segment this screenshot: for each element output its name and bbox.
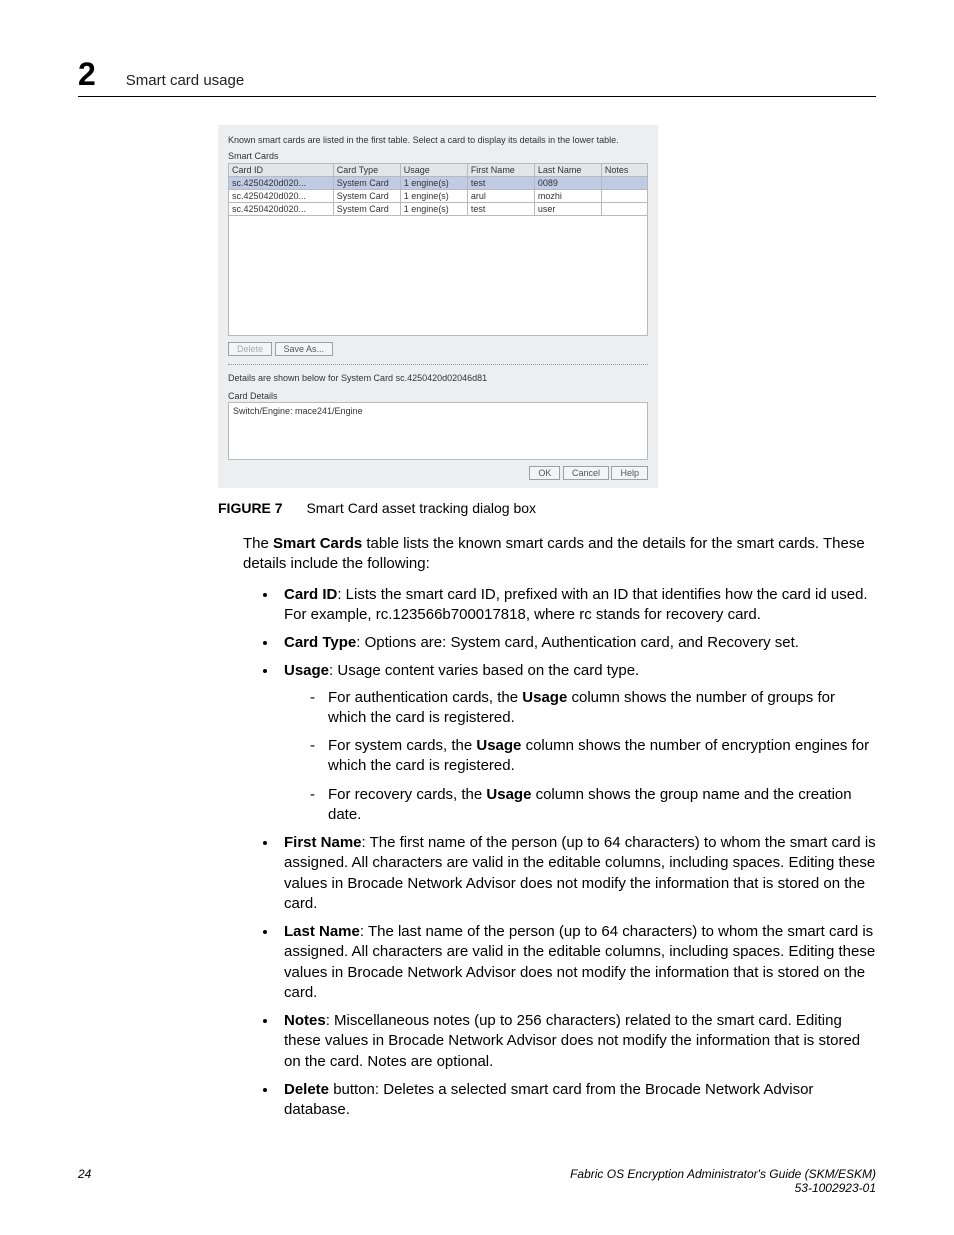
page-footer: 24 Fabric OS Encryption Administrator's … xyxy=(78,1167,876,1195)
item-text: : Miscellaneous notes (up to 256 charact… xyxy=(284,1012,860,1070)
chapter-number: 2 xyxy=(78,58,96,90)
figure-caption: FIGURE 7 Smart Card asset tracking dialo… xyxy=(218,500,876,516)
help-button[interactable]: Help xyxy=(611,466,648,480)
text-bold: Smart Cards xyxy=(273,535,362,552)
item-head: Usage xyxy=(284,662,329,679)
cell: System Card xyxy=(333,177,400,190)
sublist-item: For system cards, the Usage column shows… xyxy=(310,736,876,777)
col-card-id[interactable]: Card ID xyxy=(229,164,334,177)
list-item: Usage: Usage content varies based on the… xyxy=(278,661,876,825)
chapter-title: Smart card usage xyxy=(126,72,244,89)
ok-button[interactable]: OK xyxy=(529,466,560,480)
panel-line: Switch/Engine: mace241/Engine xyxy=(233,406,363,416)
figure-label: FIGURE 7 xyxy=(218,500,283,516)
cell: sc.4250420d020... xyxy=(229,203,334,216)
details-line: Details are shown below for System Card … xyxy=(228,373,648,383)
item-head: First Name xyxy=(284,834,362,851)
table-row[interactable]: sc.4250420d020... System Card 1 engine(s… xyxy=(229,177,648,190)
intro-paragraph: The Smart Cards table lists the known sm… xyxy=(243,534,876,575)
col-notes[interactable]: Notes xyxy=(601,164,647,177)
details-list: Card ID: Lists the smart card ID, prefix… xyxy=(250,585,876,1121)
cell: 1 engine(s) xyxy=(400,177,467,190)
list-item: Card ID: Lists the smart card ID, prefix… xyxy=(278,585,876,626)
cell xyxy=(601,203,647,216)
sublist-item: For authentication cards, the Usage colu… xyxy=(310,688,876,729)
item-head: Card ID xyxy=(284,586,337,603)
cell: System Card xyxy=(333,203,400,216)
table-row[interactable]: sc.4250420d020... System Card 1 engine(s… xyxy=(229,190,648,203)
item-head: Notes xyxy=(284,1012,326,1029)
cell: test xyxy=(467,203,534,216)
item-text: : Usage content varies based on the card… xyxy=(329,662,639,679)
cell: mozhi xyxy=(534,190,601,203)
cancel-button[interactable]: Cancel xyxy=(563,466,609,480)
list-item: First Name: The first name of the person… xyxy=(278,833,876,914)
item-head: Card Type xyxy=(284,634,356,651)
text: For system cards, the xyxy=(328,737,476,754)
screenshot-figure: Known smart cards are listed in the firs… xyxy=(218,125,658,488)
card-details-panel: Switch/Engine: mace241/Engine xyxy=(228,402,648,460)
shot-table-caption: Smart Cards xyxy=(228,151,648,161)
item-head: Last Name xyxy=(284,923,360,940)
cell: 1 engine(s) xyxy=(400,190,467,203)
text-bold: Usage xyxy=(486,786,531,803)
figure-text: Smart Card asset tracking dialog box xyxy=(306,500,536,516)
cell: 1 engine(s) xyxy=(400,203,467,216)
cell: user xyxy=(534,203,601,216)
smart-cards-table[interactable]: Card ID Card Type Usage First Name Last … xyxy=(228,163,648,216)
item-text: button: Deletes a selected smart card fr… xyxy=(284,1081,813,1118)
text-bold: Usage xyxy=(522,689,567,706)
page-number: 24 xyxy=(78,1167,91,1195)
cell: 0089 xyxy=(534,177,601,190)
cell: sc.4250420d020... xyxy=(229,190,334,203)
text: For recovery cards, the xyxy=(328,786,486,803)
page-header: 2 Smart card usage xyxy=(78,58,876,97)
col-card-type[interactable]: Card Type xyxy=(333,164,400,177)
item-text: : The last name of the person (up to 64 … xyxy=(284,923,875,1001)
shot-instruction: Known smart cards are listed in the firs… xyxy=(228,135,648,145)
table-empty-area xyxy=(228,216,648,336)
text-bold: Usage xyxy=(476,737,521,754)
doc-title: Fabric OS Encryption Administrator's Gui… xyxy=(570,1167,876,1181)
item-text: : Lists the smart card ID, prefixed with… xyxy=(284,586,868,623)
col-last-name[interactable]: Last Name xyxy=(534,164,601,177)
sublist-item: For recovery cards, the Usage column sho… xyxy=(310,785,876,826)
list-item: Delete button: Deletes a selected smart … xyxy=(278,1080,876,1121)
card-details-caption: Card Details xyxy=(228,391,648,401)
doc-number: 53-1002923-01 xyxy=(570,1181,876,1195)
item-head: Delete xyxy=(284,1081,329,1098)
list-item: Notes: Miscellaneous notes (up to 256 ch… xyxy=(278,1011,876,1072)
item-text: : Options are: System card, Authenticati… xyxy=(356,634,799,651)
col-usage[interactable]: Usage xyxy=(400,164,467,177)
text: The xyxy=(243,535,273,552)
table-header-row: Card ID Card Type Usage First Name Last … xyxy=(229,164,648,177)
cell xyxy=(601,190,647,203)
cell xyxy=(601,177,647,190)
cell: System Card xyxy=(333,190,400,203)
item-text: : The first name of the person (up to 64… xyxy=(284,834,876,912)
list-item: Last Name: The last name of the person (… xyxy=(278,922,876,1003)
usage-sublist: For authentication cards, the Usage colu… xyxy=(284,688,876,826)
delete-button[interactable]: Delete xyxy=(228,342,272,356)
col-first-name[interactable]: First Name xyxy=(467,164,534,177)
text: For authentication cards, the xyxy=(328,689,522,706)
table-row[interactable]: sc.4250420d020... System Card 1 engine(s… xyxy=(229,203,648,216)
cell: test xyxy=(467,177,534,190)
cell: sc.4250420d020... xyxy=(229,177,334,190)
save-as-button[interactable]: Save As... xyxy=(275,342,334,356)
cell: arul xyxy=(467,190,534,203)
list-item: Card Type: Options are: System card, Aut… xyxy=(278,633,876,653)
